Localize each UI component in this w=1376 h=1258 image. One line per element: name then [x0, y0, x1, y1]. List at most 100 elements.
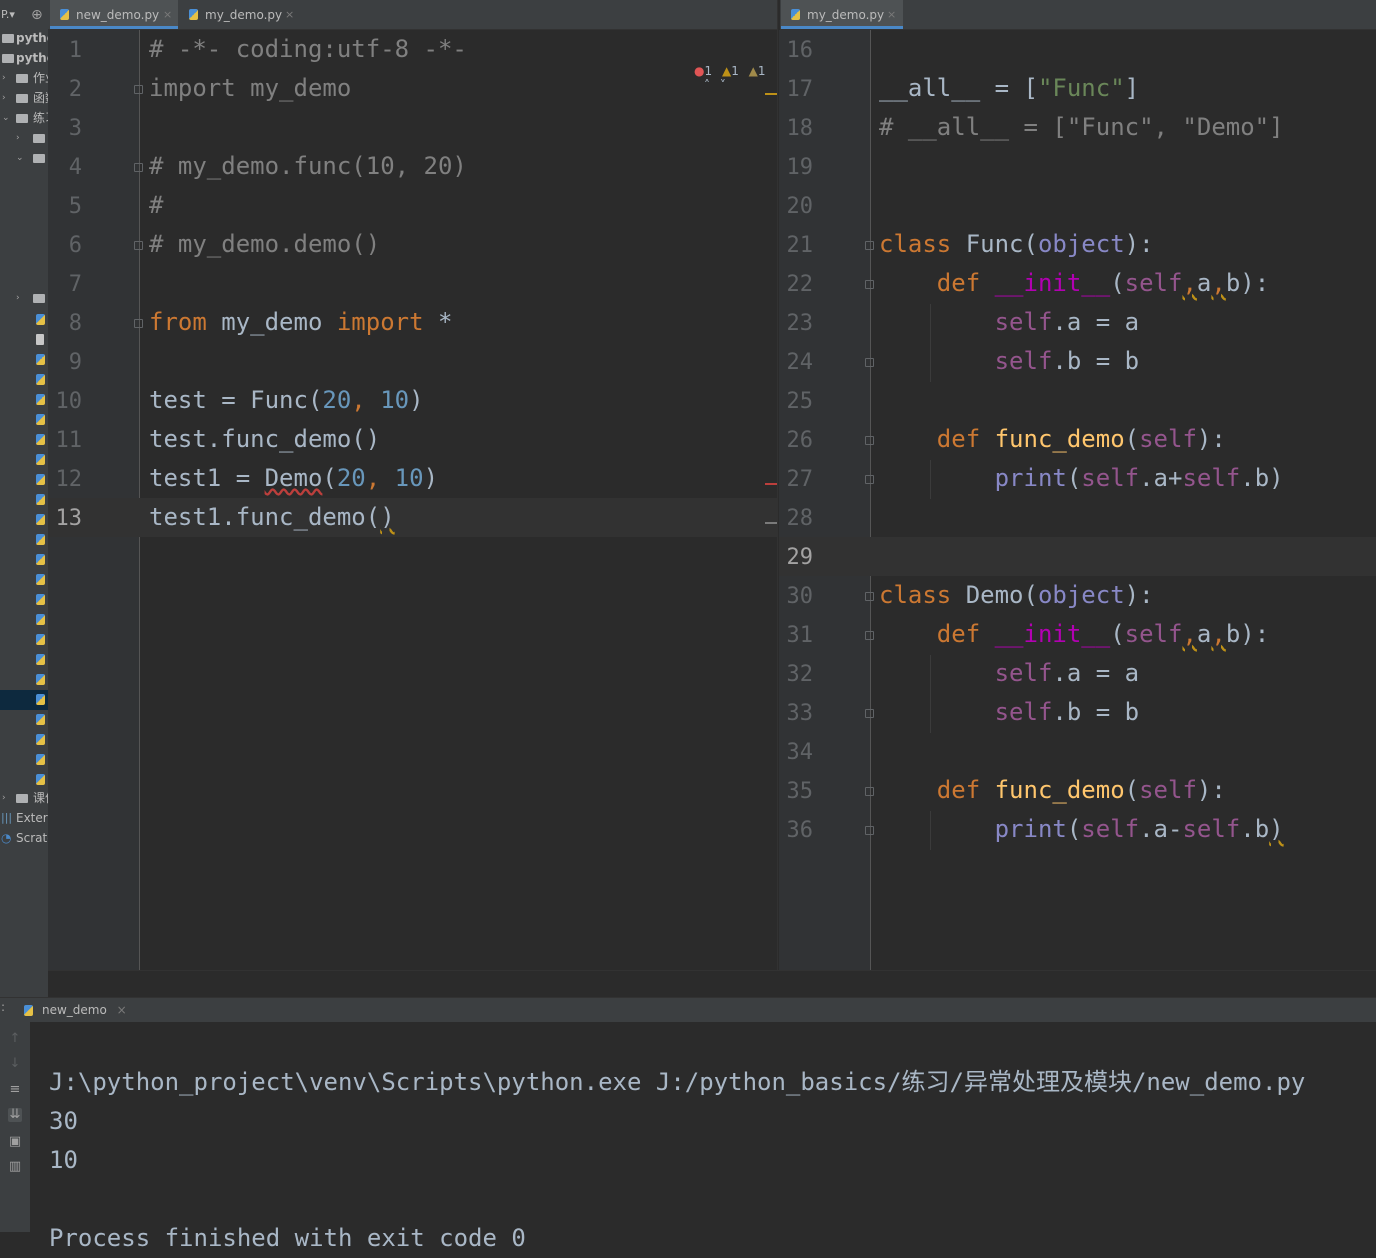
chevron-right-icon[interactable]: ›	[2, 88, 6, 108]
tree-item-file[interactable]	[0, 310, 48, 330]
tree-item-external-libraries[interactable]: ||| Extern	[0, 808, 48, 828]
warning-stripe[interactable]	[765, 93, 777, 95]
project-view-selector[interactable]: P.▾ ⊕	[0, 5, 48, 25]
fold-marker-icon[interactable]	[865, 358, 874, 367]
arrow-down-icon[interactable]: ↓	[8, 1057, 22, 1071]
arrow-up-icon[interactable]: ↑	[8, 1032, 22, 1046]
tree-item-file[interactable]	[0, 490, 48, 510]
tree-item-file[interactable]	[0, 570, 48, 590]
folder-icon	[16, 114, 28, 123]
tree-item-file[interactable]	[0, 730, 48, 750]
chevron-right-icon[interactable]: ›	[16, 128, 20, 148]
line-number: 18	[786, 116, 814, 141]
console-output[interactable]: J:\python_project\venv\Scripts\python.ex…	[49, 1024, 1305, 1258]
tree-item-file[interactable]	[0, 370, 48, 390]
tree-item-scratches[interactable]: ◔ Scratc	[0, 828, 48, 848]
tree-item-file[interactable]	[0, 430, 48, 450]
chevron-up-icon[interactable]: ˄	[704, 78, 710, 92]
console-line-exit: Process finished with exit code 0	[49, 1224, 526, 1252]
left-code[interactable]: # -*- coding:utf-8 -*- import my_demo # …	[149, 30, 467, 537]
tree-item-file[interactable]	[0, 330, 48, 350]
python-file-icon	[791, 9, 800, 20]
fold-marker-icon[interactable]	[865, 241, 874, 250]
tree-item-project-2[interactable]: pytho	[0, 48, 48, 68]
line-number: 3	[68, 116, 82, 141]
tree-item-subfolder[interactable]: ›	[0, 128, 48, 148]
fold-marker-icon[interactable]	[865, 787, 874, 796]
fold-marker-icon[interactable]	[865, 592, 874, 601]
tree-item-folder-zuoye[interactable]: › 作业	[0, 68, 48, 88]
tree-item-file[interactable]	[0, 710, 48, 730]
tree-item-file[interactable]	[0, 510, 48, 530]
print-icon[interactable]: ▣	[8, 1135, 22, 1149]
right-editor[interactable]: 16 17 18 19 20 21 22 23 24 25 26 27 28 29 30 31 32 33 34 35…	[779, 30, 1376, 970]
fold-marker-icon[interactable]	[865, 436, 874, 445]
trash-icon[interactable]: ▥	[8, 1160, 22, 1174]
close-icon[interactable]: ×	[163, 0, 172, 30]
tab-my-demo[interactable]: my_demo.py ×	[179, 0, 299, 29]
editor-scrollbar-area	[48, 970, 1376, 998]
console-line: 10	[49, 1146, 78, 1174]
console-line-command: J:\python_project\venv\Scripts\python.ex…	[49, 1068, 1306, 1096]
chevron-right-icon[interactable]: ›	[16, 288, 20, 308]
tree-item-file[interactable]	[0, 550, 48, 570]
fold-marker-icon[interactable]	[134, 163, 143, 172]
tab-new-demo[interactable]: new_demo.py ×	[50, 0, 178, 29]
tree-item-file[interactable]	[0, 350, 48, 370]
fold-marker-icon[interactable]	[134, 241, 143, 250]
inspection-widget[interactable]: ●1 ▲1 ▲1 ˄ ˅	[694, 64, 777, 92]
close-icon[interactable]: ×	[285, 0, 294, 30]
fold-marker-icon[interactable]	[865, 709, 874, 718]
line-number: 4	[68, 155, 82, 180]
tree-item-file[interactable]	[0, 410, 48, 430]
right-code[interactable]: __all__ = ["Func"] # __all__ = ["Func", …	[879, 30, 1284, 849]
tree-item-file[interactable]	[0, 470, 48, 490]
fold-marker-icon[interactable]	[134, 319, 143, 328]
folder-icon	[33, 294, 45, 303]
line-number: 16	[786, 38, 814, 63]
tree-item-file[interactable]	[0, 590, 48, 610]
tree-item-file[interactable]	[0, 670, 48, 690]
weak-warning-stripe[interactable]	[765, 522, 777, 524]
tree-item-file[interactable]	[0, 630, 48, 650]
tree-item-file[interactable]	[0, 610, 48, 630]
chevron-down-icon[interactable]: ⌄	[16, 148, 24, 168]
close-icon[interactable]: ×	[117, 1003, 127, 1017]
close-icon[interactable]: ×	[887, 0, 896, 30]
soft-wrap-icon[interactable]: ≡	[8, 1083, 22, 1097]
chevron-down-icon[interactable]: ˅	[720, 78, 726, 92]
fold-marker-icon[interactable]	[134, 85, 143, 94]
tree-item-folder-kejian[interactable]: › 课件	[0, 788, 48, 808]
tree-item-file[interactable]	[0, 530, 48, 550]
chevron-right-icon[interactable]: ›	[2, 788, 6, 808]
fold-marker-icon[interactable]	[865, 826, 874, 835]
fold-marker-icon[interactable]	[865, 475, 874, 484]
left-editor[interactable]: 1 2 3 4 5 6 7 8 9 10 11 12 13 # -*- coding:utf-8 -*-…	[48, 30, 777, 970]
tree-item-file[interactable]	[0, 450, 48, 470]
chevron-down-icon[interactable]: ⌄	[2, 108, 10, 128]
scroll-to-end-icon[interactable]: ⇊	[8, 1108, 22, 1122]
error-stripe[interactable]	[765, 483, 777, 485]
tree-item-file[interactable]	[0, 770, 48, 790]
tree-item-file[interactable]	[0, 390, 48, 410]
settings-icon[interactable]: ⊕	[31, 5, 43, 25]
python-file-icon	[36, 714, 45, 725]
tree-item-folder-hanshu[interactable]: › 函数	[0, 88, 48, 108]
fold-marker-icon[interactable]	[865, 631, 874, 640]
fold-marker-icon[interactable]	[865, 280, 874, 289]
python-file-icon	[36, 534, 45, 545]
folder-icon	[16, 794, 28, 803]
tree-item-file[interactable]	[0, 750, 48, 770]
run-tab[interactable]: new_demo ×	[20, 998, 127, 1023]
tree-item-project-1[interactable]: pytho	[0, 28, 48, 48]
tab-my-demo-right[interactable]: my_demo.py ×	[781, 0, 903, 29]
tree-item-file-selected[interactable]	[0, 690, 48, 710]
tree-item-subfolder[interactable]: ›	[0, 288, 48, 308]
project-tree[interactable]: P.▾ ⊕ pytho pytho › 作业 › 函数 ⌄ 练习 › ⌄ ›	[0, 0, 48, 970]
tree-item-file[interactable]	[0, 650, 48, 670]
chevron-right-icon[interactable]: ›	[2, 68, 6, 88]
python-run-icon	[24, 1005, 33, 1016]
tree-item-folder-lianxi[interactable]: ⌄ 练习	[0, 108, 48, 128]
tree-item-subfolder[interactable]: ⌄	[0, 148, 48, 168]
python-file-icon	[36, 354, 45, 365]
